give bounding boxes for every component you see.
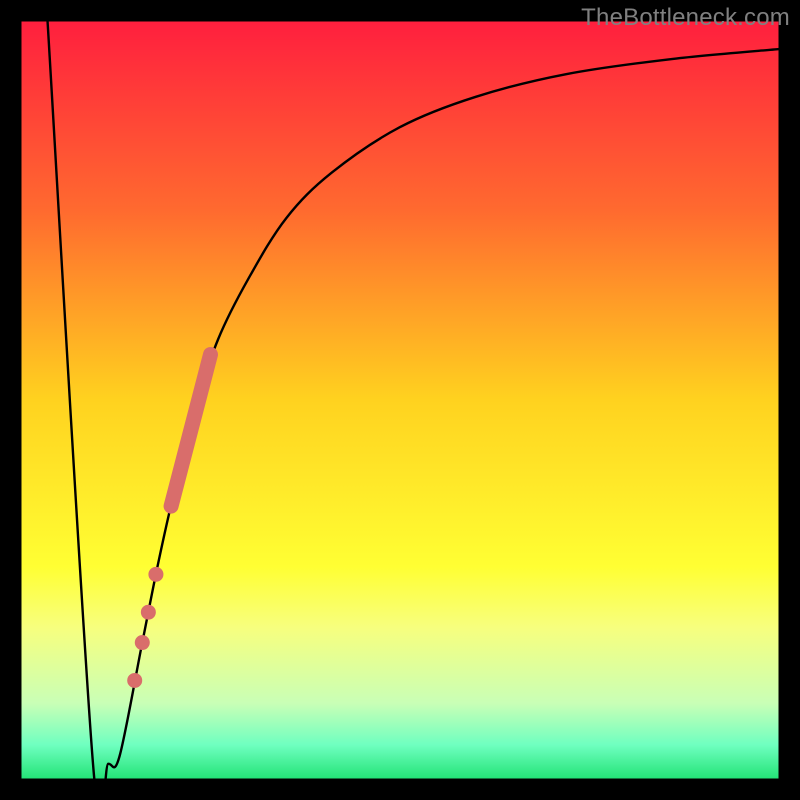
plot-background [21, 21, 779, 779]
chart-svg [0, 0, 800, 800]
marker-dot [148, 567, 163, 582]
bottleneck-chart: TheBottleneck.com [0, 0, 800, 800]
marker-dot [135, 635, 150, 650]
marker-dot [127, 673, 142, 688]
marker-dot [141, 605, 156, 620]
watermark-text: TheBottleneck.com [581, 4, 790, 32]
